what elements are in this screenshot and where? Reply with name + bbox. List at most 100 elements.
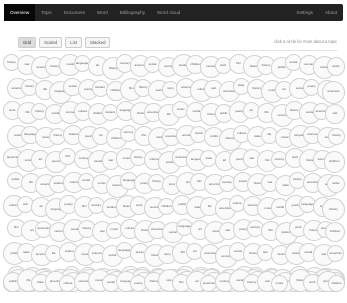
topic-bubble-label: social bbox=[68, 84, 77, 89]
topic-bubble-label: film bbox=[265, 158, 270, 163]
topic-bubble-label: music bbox=[275, 280, 284, 285]
nav-topic[interactable]: Topic bbox=[35, 4, 58, 21]
topic-bubble-label: art bbox=[222, 158, 227, 163]
topic-bubble-label: history bbox=[53, 133, 63, 138]
topic-bubble-label: art bbox=[38, 156, 43, 161]
topic-bubble-label: war bbox=[23, 201, 29, 206]
topic-bubble[interactable]: children bbox=[325, 221, 345, 242]
topic-bubble-label: poetry bbox=[64, 201, 73, 206]
topic-bubble[interactable]: history bbox=[328, 127, 345, 145]
topic-bubble-label: work bbox=[295, 225, 302, 230]
topic-bubble-label: life bbox=[207, 203, 212, 208]
topic-bubble-label: social bbox=[304, 249, 313, 254]
nav-bibliography[interactable]: Bibliography bbox=[114, 4, 151, 21]
topic-bubble[interactable]: american bbox=[322, 80, 345, 104]
topic-bubble-label: work bbox=[291, 155, 299, 160]
topic-bubble-label: war bbox=[332, 111, 338, 116]
topic-bubble[interactable]: music bbox=[270, 275, 288, 292]
topic-bubble-label: student bbox=[105, 109, 116, 114]
topic-bubble-label: story bbox=[164, 251, 171, 256]
topic-bubble-label: history bbox=[329, 206, 338, 211]
topic-bubble-label: story bbox=[168, 181, 176, 186]
nav-about[interactable]: About bbox=[319, 4, 343, 21]
topic-bubble-label: children bbox=[328, 159, 340, 164]
topic-bubble[interactable]: history bbox=[322, 198, 345, 221]
tab-scaled[interactable]: Scaled bbox=[39, 37, 63, 48]
topic-bubble-label: state bbox=[237, 83, 245, 88]
topic-bubble-label: public bbox=[219, 110, 228, 115]
topic-bubble-label: american bbox=[329, 250, 342, 255]
topic-bubble-label: history bbox=[7, 59, 16, 64]
topic-bubble-label: life bbox=[43, 86, 48, 91]
topic-bubble-label: social bbox=[276, 204, 284, 209]
topic-bubble-label: war bbox=[262, 249, 268, 254]
topic-bubble-label: culture bbox=[237, 131, 247, 136]
topic-bubble-label: film bbox=[197, 179, 202, 184]
topic-bubble[interactable]: children bbox=[328, 275, 345, 292]
help-hint: click a circle for more about a topic bbox=[273, 39, 337, 44]
topic-bubble[interactable]: american bbox=[327, 245, 345, 262]
topic-bubble-label: story bbox=[167, 86, 174, 91]
topic-bubble-label: art bbox=[198, 226, 203, 231]
topic-bubble-label: social bbox=[148, 61, 157, 66]
topic-bubble-label: state bbox=[205, 155, 213, 160]
topic-bubble-label: history bbox=[293, 177, 302, 182]
topic-bubble-label: film bbox=[179, 280, 184, 285]
topic-bubble-label: film bbox=[81, 204, 87, 209]
topic-bubble-label: history bbox=[133, 154, 143, 159]
topic-bubble-label: social bbox=[107, 280, 115, 285]
topic-bubble[interactable]: music bbox=[326, 57, 345, 76]
topic-bubble-label: century bbox=[123, 130, 134, 135]
topic-bubble-label: public bbox=[210, 133, 219, 138]
topic-bubble[interactable]: war bbox=[325, 104, 345, 124]
topic-bubble-label: century bbox=[274, 156, 285, 161]
topic-bubble-label: american bbox=[327, 89, 340, 94]
nav-overview[interactable]: Overview bbox=[4, 4, 36, 21]
topic-bubble-label: war bbox=[24, 62, 30, 67]
topic-bubble[interactable]: children bbox=[323, 151, 345, 173]
topic-bubble-label: life bbox=[166, 112, 171, 117]
topic-bubble-label: culture bbox=[232, 200, 242, 205]
topic-bubble-label: life bbox=[51, 250, 56, 255]
topic-bubble-label: music bbox=[176, 106, 185, 111]
topic-bubble-label: music bbox=[331, 63, 340, 68]
topic-bubble-label: state bbox=[37, 280, 44, 285]
topic-bubble-label: film bbox=[236, 61, 241, 66]
topic-bubble-grid: history war american history music language ar… bbox=[3, 54, 345, 292]
topic-bubble-label: life bbox=[267, 132, 272, 137]
topic-bubble-label: poetry bbox=[134, 280, 143, 285]
topic-bubble-label: history bbox=[50, 63, 59, 68]
topic-bubble-label: history bbox=[152, 179, 161, 184]
topic-bubble-label: state bbox=[23, 249, 30, 254]
topic-bubble-label: work bbox=[135, 202, 143, 207]
nav-word[interactable]: Word bbox=[91, 4, 114, 21]
tab-stacked[interactable]: Stacked bbox=[84, 37, 111, 48]
topic-bubble-label: poetry bbox=[307, 84, 316, 89]
topic-bubble-label: children bbox=[331, 280, 342, 285]
topic-bubble-label: children bbox=[329, 228, 341, 233]
topic-bubble-label: art bbox=[282, 87, 286, 92]
topic-bubble-label: century bbox=[91, 202, 102, 207]
topic-bubble-label: film bbox=[65, 153, 71, 158]
topic-bubble-label: history bbox=[138, 85, 148, 90]
topic-bubble-label: culture bbox=[78, 108, 88, 113]
topic-bubble-label: state bbox=[282, 182, 289, 187]
topic-bubble-label: public bbox=[11, 177, 20, 182]
topic-bubble-label: war bbox=[99, 228, 105, 233]
tab-grid[interactable]: Grid bbox=[18, 37, 37, 48]
topic-bubble-label: culture bbox=[63, 280, 73, 285]
topic-bubble[interactable]: music bbox=[326, 174, 345, 193]
topic-bubble-label: film bbox=[268, 227, 274, 232]
topic-bubble-label: history bbox=[332, 133, 341, 138]
topic-bubble-label: film bbox=[13, 225, 19, 230]
tab-list[interactable]: List bbox=[65, 37, 82, 48]
nav-settings[interactable]: Settings bbox=[290, 4, 319, 21]
topic-bubble-label: music bbox=[97, 180, 106, 185]
topic-bubble-label: art bbox=[193, 248, 197, 253]
nav-document[interactable]: Document bbox=[58, 4, 91, 21]
topic-bubble-label: war bbox=[211, 86, 217, 91]
topic-bubble-label: art bbox=[95, 63, 100, 68]
nav-word-cloud[interactable]: Word cloud bbox=[151, 4, 186, 21]
divider bbox=[18, 50, 337, 51]
top-navbar: Overview Topic Document Word Bibliograph… bbox=[4, 4, 343, 21]
